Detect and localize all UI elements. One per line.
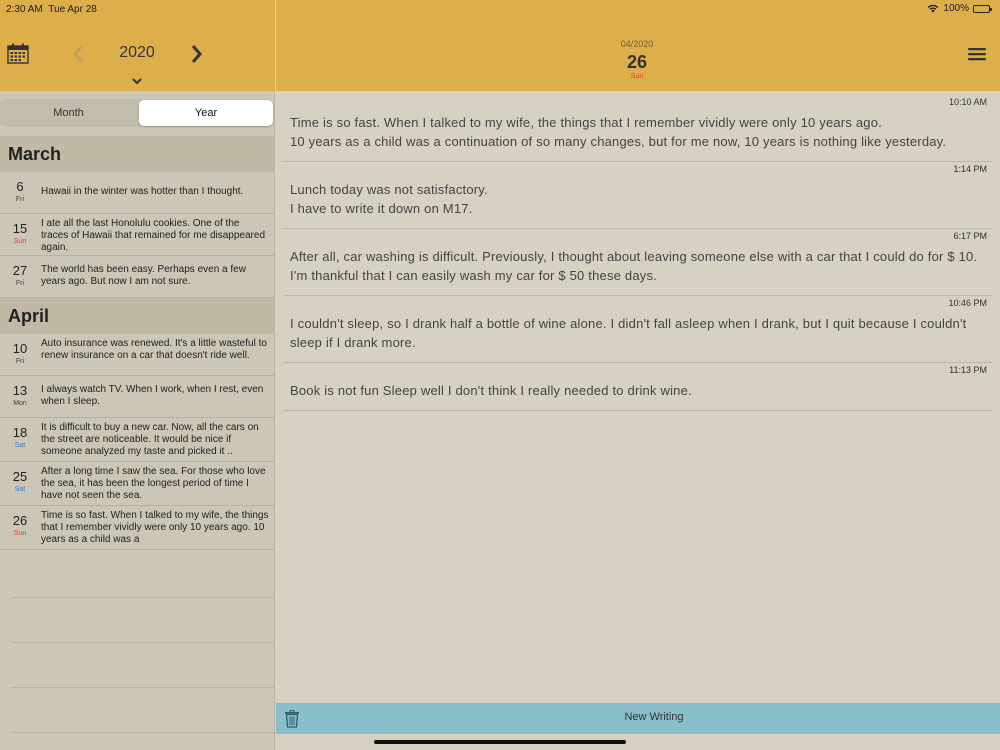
entry-time: 10:10 AM (948, 97, 987, 107)
list-item[interactable]: 25 Sat After a long time I saw the sea. F… (0, 462, 275, 506)
list-item[interactable]: 27 Fri The world has been easy. Perhaps e… (0, 256, 275, 298)
diary-entry[interactable]: 10:46 PM I couldn't sleep, so I drank ha… (283, 296, 993, 363)
entry-preview: After a long time I saw the sea. For tho… (41, 466, 266, 501)
entry-weekday: Fri (15, 196, 25, 203)
diary-entry[interactable]: 10:10 AM Time is so fast. When I talked … (283, 95, 993, 162)
trash-icon[interactable] (284, 710, 300, 728)
list-item[interactable]: 15 Sun I ate all the last Honolulu cookie… (0, 214, 275, 256)
diary-entry[interactable]: 1:14 PM Lunch today was not satisfactory… (283, 162, 993, 229)
tab-month[interactable]: Month (0, 100, 137, 126)
diary-entry[interactable]: 11:13 PM Book is not fun Sleep well I do… (283, 363, 993, 411)
prev-year-button[interactable] (72, 44, 84, 64)
diary-entries: 10:10 AM Time is so fast. When I talked … (283, 95, 993, 411)
list-item[interactable]: 13 Mon I always watch TV. When I work, wh… (0, 376, 275, 418)
next-year-button[interactable] (191, 44, 203, 64)
entry-day: 15 (12, 221, 28, 236)
date-weekday: Sun (630, 73, 644, 80)
entry-time: 10:46 PM (948, 298, 987, 308)
entry-day: 26 (12, 513, 28, 528)
year-label: 2020 (119, 44, 155, 61)
entry-day: 25 (12, 469, 28, 484)
view-mode-segmented-control: Month Year (0, 99, 274, 127)
empty-list-rows (11, 553, 275, 733)
diary-entry[interactable]: 6:17 PM After all, car washing is diffic… (283, 229, 993, 296)
status-bar: 2:30 AM Tue Apr 28 100% (0, 0, 1000, 18)
entry-weekday: Sun (13, 530, 27, 537)
battery-percent: 100% (943, 3, 969, 14)
calendar-icon[interactable] (7, 43, 29, 64)
entry-time: 1:14 PM (953, 164, 987, 174)
entry-day: 18 (12, 425, 28, 440)
date-month-year: 04/2020 (620, 39, 654, 49)
menu-icon[interactable] (967, 46, 987, 62)
entry-weekday: Fri (15, 280, 25, 287)
entry-body: Book is not fun Sleep well I don't think… (290, 383, 692, 398)
sidebar: 2020 Month Year March 6 Fri Hawaii in the… (0, 0, 275, 750)
entry-preview: Hawaii in the winter was hotter than I t… (41, 186, 244, 197)
entry-weekday: Sat (14, 486, 26, 493)
entry-weekday: Sun (13, 238, 27, 245)
battery-icon (973, 4, 992, 13)
entry-preview: Auto insurance was renewed. It's a littl… (41, 338, 267, 361)
month-header-april: April (0, 298, 275, 334)
tab-year[interactable]: Year (139, 100, 273, 126)
entry-preview: The world has been easy. Perhaps even a … (41, 264, 246, 287)
entry-day: 6 (16, 179, 24, 194)
list-item[interactable]: 10 Fri Auto insurance was renewed. It's a… (0, 334, 275, 376)
list-item[interactable]: 18 Sat It is difficult to buy a new car. … (0, 418, 275, 462)
chevron-down-icon[interactable] (131, 76, 143, 86)
month-header-march: March (0, 136, 275, 172)
entry-preview: It is difficult to buy a new car. Now, a… (41, 422, 259, 457)
entry-body: Lunch today was not satisfactory. I have … (290, 182, 488, 216)
wifi-icon (928, 4, 939, 13)
bottom-toolbar: New Writing (276, 703, 1000, 734)
entry-preview: Time is so fast. When I talked to my wif… (41, 510, 269, 545)
entry-day: 13 (12, 383, 28, 398)
entry-preview: I ate all the last Honolulu cookies. One… (41, 218, 266, 253)
date-day: 26 (626, 52, 648, 72)
entry-body: After all, car washing is difficult. Pre… (290, 249, 978, 283)
home-indicator (374, 740, 626, 744)
new-writing-button[interactable]: New Writing (576, 711, 732, 723)
entry-day: 27 (12, 263, 28, 278)
list-item[interactable]: 6 Fri Hawaii in the winter was hotter tha… (0, 172, 275, 214)
entry-body: I couldn't sleep, so I drank half a bott… (290, 316, 967, 350)
entry-list: March 6 Fri Hawaii in the winter was hott… (0, 136, 275, 550)
entry-day: 10 (12, 341, 28, 356)
entry-time: 11:13 PM (949, 365, 987, 375)
entry-preview: I always watch TV. When I work, when I r… (41, 384, 264, 407)
entry-body: Time is so fast. When I talked to my wif… (290, 115, 947, 149)
list-item[interactable]: 26 Sun Time is so fast. When I talked to … (0, 506, 275, 550)
entry-weekday: Mon (13, 400, 27, 407)
entry-weekday: Fri (15, 358, 25, 365)
detail-panel: 04/2020 26 Sun 10:10 AM Time is so fast.… (276, 0, 1000, 750)
entry-weekday: Sat (14, 442, 26, 449)
entry-time: 6:17 PM (953, 231, 987, 241)
status-time: 2:30 AM Tue Apr 28 (6, 4, 97, 15)
status-indicators: 100% (927, 3, 992, 14)
